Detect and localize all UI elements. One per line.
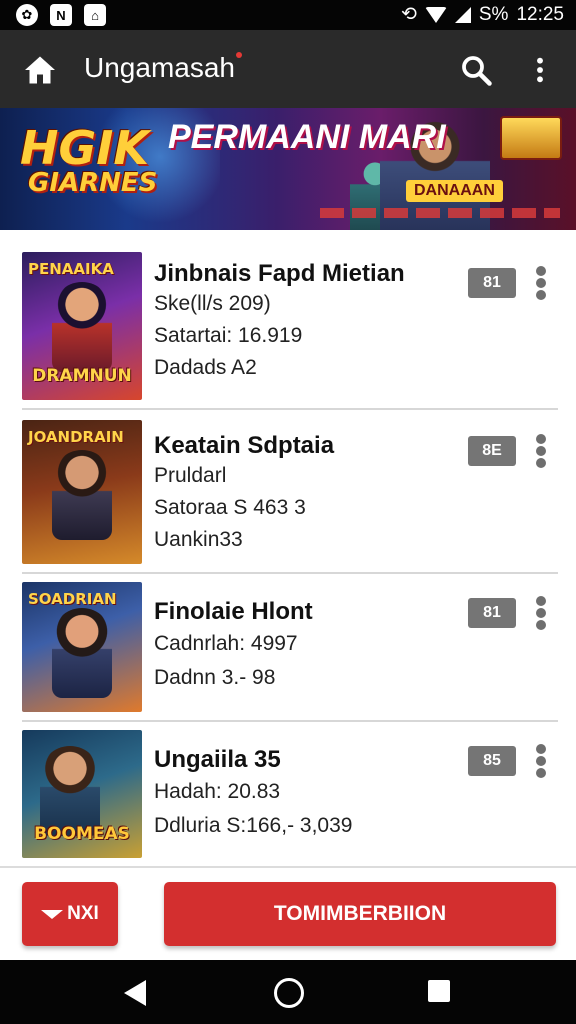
- dropdown-button[interactable]: NXI: [22, 882, 118, 946]
- list-item[interactable]: BOOMEAS Ungaiila 35 Hadah: 20.83 Ddluria…: [22, 730, 558, 860]
- banner-caption: DANAAAN: [406, 180, 503, 202]
- game-title: Finolaie Hlont: [154, 598, 313, 625]
- home-icon: [25, 56, 55, 84]
- game-thumbnail[interactable]: JOANDRAIN: [22, 420, 142, 564]
- list-item[interactable]: JOANDRAIN Keatain Sdptaia Pruldarl Sator…: [22, 420, 558, 566]
- game-subtitle: Ske(ll/s 209): [154, 292, 271, 315]
- more-dot: [536, 446, 546, 456]
- notification-icons: ✿ N ⌂: [16, 4, 106, 26]
- thumbnail-title-bottom: DRAMNUN: [32, 366, 132, 386]
- more-dot: [536, 608, 546, 618]
- game-title: Ungaiila 35: [154, 746, 281, 773]
- battery-text: S%: [478, 3, 509, 25]
- caret-down-icon: [41, 909, 64, 919]
- game-detail: Dadads A2: [154, 356, 257, 379]
- more-dot: [536, 278, 546, 288]
- game-detail: Uankin33: [154, 528, 243, 551]
- overflow-menu-button[interactable]: [524, 52, 556, 88]
- more-vert-icon: [536, 596, 546, 606]
- settings-gear-icon: ✿: [16, 4, 38, 26]
- list-item[interactable]: PENAAIKA DRAMNUN Jinbnais Fapd Mietian S…: [22, 252, 558, 402]
- divider: [22, 572, 558, 574]
- game-thumbnail[interactable]: BOOMEAS: [22, 730, 142, 858]
- banner-logo-line1: HGIK: [20, 121, 150, 175]
- thumbnail-character: [40, 746, 100, 836]
- game-stat: Ddluria S:166,- 3,039: [154, 814, 353, 837]
- game-thumbnail[interactable]: SOADRIAN: [22, 582, 142, 712]
- more-vert-icon: [536, 434, 546, 444]
- more-vert-icon: [537, 57, 543, 83]
- list-item[interactable]: SOADRIAN Finolaie Hlont Cadnrlah: 4997 D…: [22, 582, 558, 714]
- thumbnail-character: [52, 608, 112, 698]
- banner-logo-line2: GIARNES: [28, 168, 158, 198]
- game-badge[interactable]: 8E: [468, 436, 516, 466]
- divider: [22, 720, 558, 722]
- primary-action-label: TOMIMBERBIION: [273, 902, 447, 925]
- game-subtitle: Hadah: 20.83: [154, 780, 281, 803]
- home-circle-icon[interactable]: [274, 978, 304, 1008]
- clock: 12:25: [516, 3, 564, 25]
- search-icon: [462, 56, 492, 86]
- app-title-text: Ungamasah: [84, 52, 235, 83]
- item-more-button[interactable]: [530, 744, 552, 778]
- more-vert-icon: [536, 744, 546, 754]
- app-title: Ungamasah: [84, 52, 242, 84]
- game-stat: Satoraa S 463 3: [154, 496, 306, 519]
- thumbnail-title-top: SOADRIAN: [28, 590, 117, 608]
- system-indicators: ⟲ S% 12:25: [401, 3, 564, 26]
- thumbnail-title-top: PENAAIKA: [28, 260, 114, 278]
- more-dot: [536, 290, 546, 300]
- banner-title: PERMAANI MARI: [168, 118, 446, 156]
- game-thumbnail[interactable]: PENAAIKA DRAMNUN: [22, 252, 142, 400]
- system-nav-bar: [0, 960, 576, 1024]
- banner-strip: [320, 208, 560, 218]
- item-more-button[interactable]: [530, 596, 552, 630]
- promo-banner[interactable]: HGIK GIARNES PERMAANI MARI DANAAAN: [0, 108, 576, 230]
- banner-logo: HGIK GIARNES: [20, 121, 158, 198]
- game-stat: Satartai: 16.919: [154, 324, 303, 347]
- signal-icon: [454, 6, 471, 23]
- game-subtitle: Cadnrlah: 4997: [154, 632, 298, 655]
- game-stat: Dadnn 3.- 98: [154, 666, 276, 689]
- action-bar: NXI TOMIMBERBIION: [0, 866, 576, 962]
- game-title: Jinbnais Fapd Mietian: [154, 260, 405, 287]
- more-vert-icon: [536, 266, 546, 276]
- game-badge[interactable]: 85: [468, 746, 516, 776]
- more-dot: [536, 620, 546, 630]
- item-more-button[interactable]: [530, 266, 552, 300]
- dropdown-button-label: NXI: [67, 903, 99, 924]
- banner-emblem: [500, 116, 562, 160]
- n-app-icon: N: [50, 4, 72, 26]
- more-dot: [536, 756, 546, 766]
- thumbnail-character: [52, 282, 112, 372]
- thumbnail-title-top: JOANDRAIN: [28, 428, 124, 446]
- more-dot: [536, 458, 546, 468]
- app-screen: ✿ N ⌂ ⟲ S% 12:25 Ungamasah HGIK GIARNES …: [0, 0, 576, 1024]
- vibrate-icon: ⟲: [400, 4, 417, 25]
- divider: [22, 408, 558, 410]
- title-dot: [235, 52, 242, 58]
- back-icon[interactable]: [124, 980, 146, 1006]
- game-subtitle: Pruldarl: [154, 464, 227, 487]
- item-more-button[interactable]: [530, 434, 552, 468]
- game-list: PENAAIKA DRAMNUN Jinbnais Fapd Mietian S…: [0, 230, 576, 866]
- game-title: Keatain Sdptaia: [154, 432, 335, 459]
- game-badge[interactable]: 81: [468, 268, 516, 298]
- more-dot: [536, 768, 546, 778]
- primary-action-button[interactable]: TOMIMBERBIION: [164, 882, 556, 946]
- recents-icon[interactable]: [428, 980, 450, 1002]
- status-bar: ✿ N ⌂ ⟲ S% 12:25: [0, 0, 576, 30]
- thumbnail-character: [52, 450, 112, 540]
- wifi-icon: [424, 6, 447, 23]
- search-button[interactable]: [458, 52, 494, 88]
- game-badge[interactable]: 81: [468, 598, 516, 628]
- download-icon: ⌂: [84, 4, 106, 26]
- app-bar: Ungamasah: [0, 30, 576, 108]
- thumbnail-title-bottom: BOOMEAS: [34, 824, 130, 844]
- home-button[interactable]: [22, 52, 58, 88]
